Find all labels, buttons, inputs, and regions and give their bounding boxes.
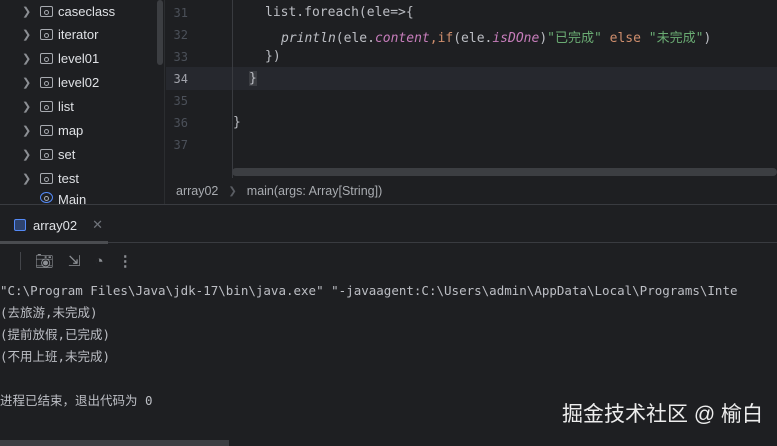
tree-label: iterator xyxy=(58,26,99,42)
tree-item-set[interactable]: ❯ set xyxy=(0,143,160,165)
breadcrumb: array02 ❯ main(args: Array[String]) xyxy=(166,178,777,204)
toolbar-separator xyxy=(20,252,21,270)
console-line: (提前放假,已完成) xyxy=(0,327,111,342)
camera-icon[interactable]: 📷︎ xyxy=(35,252,54,270)
chevron-right-icon[interactable]: ❯ xyxy=(22,28,31,41)
line-number: 37 xyxy=(173,138,188,152)
code-token: ) xyxy=(703,31,712,46)
chevron-right-icon[interactable]: ❯ xyxy=(22,52,31,65)
line-number: 32 xyxy=(173,28,188,42)
tree-label: level02 xyxy=(58,74,100,90)
package-icon xyxy=(40,52,53,64)
code-token: "未完成" xyxy=(648,31,704,46)
sidebar-scrollbar[interactable] xyxy=(157,0,163,65)
chevron-right-icon[interactable]: ❯ xyxy=(22,172,31,185)
package-icon xyxy=(40,124,53,136)
code-token: else xyxy=(601,31,649,46)
code-token: "已完成" xyxy=(547,31,602,46)
code-token: , xyxy=(429,31,438,46)
tab-label: array02 xyxy=(33,217,78,233)
chevron-right-icon[interactable]: ❯ xyxy=(22,5,31,18)
code-token: ) xyxy=(539,31,548,46)
tree-item-map[interactable]: ❯ map xyxy=(0,119,160,141)
tree-label: test xyxy=(58,170,79,186)
editor-horizontal-scrollbar[interactable] xyxy=(232,168,777,176)
code-line: list.foreach(ele=>{ xyxy=(265,5,414,20)
chevron-right-icon[interactable]: ❯ xyxy=(22,76,31,89)
import-icon[interactable]: ⇲ xyxy=(68,252,81,270)
chevron-right-icon[interactable]: ❯ xyxy=(22,148,31,161)
chevron-right-icon: ❯ xyxy=(228,185,237,197)
code-token: content xyxy=(374,31,430,46)
code-line: } xyxy=(233,115,241,130)
code-line: }) xyxy=(265,49,281,64)
object-icon xyxy=(40,191,53,203)
console-toolbar: 📷︎ ⇲ ◔ ⋮ xyxy=(0,244,777,278)
code-token: if xyxy=(437,31,454,46)
tree-item-level02[interactable]: ❯ level02 xyxy=(0,71,160,93)
run-config-icon xyxy=(14,219,26,231)
tree-item-level01[interactable]: ❯ level01 xyxy=(0,47,160,69)
console-line: (去旅游,未完成) xyxy=(0,305,98,320)
chevron-right-icon[interactable]: ❯ xyxy=(22,124,31,137)
tree-label: Main xyxy=(58,192,87,204)
tree-label: list xyxy=(58,98,74,114)
code-token: println xyxy=(281,31,336,46)
tree-label: caseclass xyxy=(58,3,116,19)
package-icon xyxy=(40,148,53,160)
code-token: isDOne xyxy=(492,31,540,46)
tree-item-caseclass[interactable]: ❯ caseclass xyxy=(0,0,160,22)
line-number: 31 xyxy=(173,6,188,20)
breadcrumb-file[interactable]: array02 xyxy=(176,184,218,198)
close-icon[interactable]: ✕ xyxy=(92,217,103,233)
breadcrumb-method[interactable]: main(args: Array[String]) xyxy=(247,184,382,198)
console-horizontal-scrollbar[interactable] xyxy=(0,440,229,446)
line-number: 36 xyxy=(173,116,188,130)
line-number: 34 xyxy=(173,72,188,86)
project-tree: ❯ caseclass ❯ iterator ❯ level01 ❯ level02 ❯… xyxy=(0,0,165,205)
run-tab-bar: array02 ✕ xyxy=(0,205,777,244)
code-token: (ele. xyxy=(335,31,375,46)
tree-item-iterator[interactable]: ❯ iterator xyxy=(0,23,160,45)
package-icon xyxy=(40,5,53,17)
code-line: println(ele.content,if(ele.isDOne)"已完成" … xyxy=(281,27,711,46)
tree-label: map xyxy=(58,122,84,138)
line-number: 35 xyxy=(173,94,188,108)
more-icon[interactable]: ⋮ xyxy=(118,252,133,270)
console-output[interactable]: "C:\Program Files\Java\jdk-17\bin\java.e… xyxy=(0,280,738,412)
watermark: 掘金技术社区 @ 榆白 xyxy=(562,403,763,426)
tree-item-test[interactable]: ❯ test xyxy=(0,167,160,189)
chevron-right-icon[interactable]: ❯ xyxy=(22,100,31,113)
code-line: } xyxy=(249,71,257,86)
profiler-icon[interactable]: ◔ xyxy=(95,253,104,270)
code-token: (ele. xyxy=(453,31,493,46)
package-icon xyxy=(40,76,53,88)
run-tab-array02[interactable]: array02 ✕ xyxy=(14,217,103,233)
tree-label: set xyxy=(58,146,76,162)
code-editor[interactable]: 31 32 33 34 35 36 37 list.foreach(ele=>{… xyxy=(166,0,777,178)
console-line: "C:\Program Files\Java\jdk-17\bin\java.e… xyxy=(0,283,738,298)
tree-item-main[interactable]: Main xyxy=(0,190,160,204)
line-number: 33 xyxy=(173,50,188,64)
package-icon xyxy=(40,28,53,40)
package-icon xyxy=(40,100,53,112)
package-icon xyxy=(40,172,53,184)
tree-item-list[interactable]: ❯ list xyxy=(0,95,160,117)
tree-label: level01 xyxy=(58,50,100,66)
console-line: (不用上班,未完成) xyxy=(0,349,111,364)
